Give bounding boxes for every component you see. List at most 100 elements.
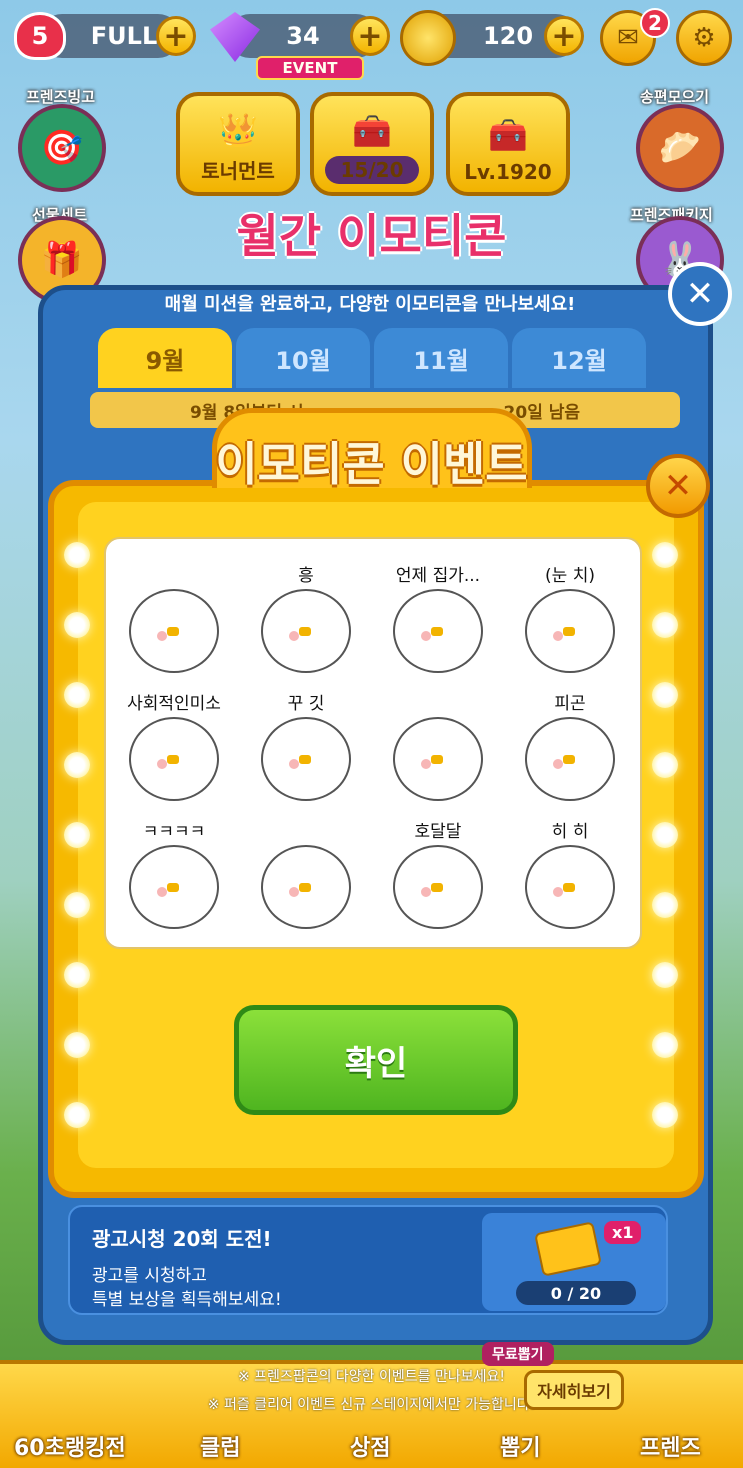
nav-60sec-ranking[interactable]: 60초랭킹전 [14, 1430, 126, 1462]
mail-badge: 2 [640, 8, 670, 38]
tab-december[interactable]: 12월 [512, 328, 646, 388]
panel-close-button[interactable]: ✕ [668, 262, 732, 326]
emoticon-caption: 꾸 깃 [287, 694, 325, 714]
emoticon-item: 호달달 [374, 817, 502, 947]
lives-status: FULL [90, 22, 158, 50]
chick-emoticon-icon [393, 589, 483, 673]
emoticon-caption: 호달달 [414, 822, 462, 842]
detail-button[interactable]: 자세히보기 [524, 1370, 624, 1410]
emoticon-caption: 언제 집가... [395, 566, 481, 586]
emoticon-caption: 피곤 [554, 694, 586, 714]
close-icon: ✕ [685, 274, 715, 314]
coin-icon [400, 10, 456, 66]
tab-october[interactable]: 10월 [236, 328, 370, 388]
reward-count: x1 [604, 1221, 642, 1244]
gems-count: 34 [286, 22, 320, 50]
ad-reward-card: x1 0 / 20 [482, 1213, 666, 1311]
chest-button[interactable]: 🧰 15/20 [310, 92, 434, 196]
close-icon: ✕ [663, 466, 693, 506]
chick-emoticon-icon [393, 845, 483, 929]
nav-draw[interactable]: 뽑기 [500, 1430, 540, 1462]
add-gems-button[interactable]: + [350, 16, 390, 56]
bulb-light [64, 892, 90, 918]
add-lives-button[interactable]: + [156, 16, 196, 56]
event-tag: EVENT [256, 56, 364, 80]
tournament-button[interactable]: 👑 토너먼트 [176, 92, 300, 196]
notice-2: ※ 퍼즐 클리어 이벤트 신규 스테이지에서만 가능합니다! [207, 1397, 536, 1413]
coins-count: 120 [482, 22, 534, 50]
songpyeon-icon: 🥟 [658, 128, 702, 168]
nav-friends[interactable]: 프렌즈 [640, 1430, 701, 1462]
bulb-light [652, 752, 678, 778]
chick-emoticon-icon [129, 845, 219, 929]
chick-emoticon-icon [261, 717, 351, 801]
emoticon-item: 꾸 깃 [242, 689, 370, 819]
ad-desc-2: 특별 보상을 획득해보세요! [92, 1290, 282, 1310]
songpyeon-button[interactable]: 🥟 [636, 104, 724, 192]
chick-emoticon-icon [261, 589, 351, 673]
nav-shop[interactable]: 상점 [350, 1430, 390, 1462]
ad-desc-1: 광고를 시청하고 [92, 1266, 207, 1286]
ad-progress: 0 / 20 [516, 1281, 636, 1305]
tab-september[interactable]: 9월 [98, 328, 232, 388]
chest-icon: 🧰 [352, 112, 392, 150]
tab-november[interactable]: 11월 [374, 328, 508, 388]
modal-close-button[interactable]: ✕ [646, 454, 710, 518]
bulb-light [64, 1032, 90, 1058]
confirm-button[interactable]: 확인 [234, 1005, 518, 1115]
bulb-light [64, 542, 90, 568]
notice-1: ※ 프렌즈팝콘의 다양한 이벤트를 만나보세요! [238, 1369, 505, 1385]
settings-button[interactable]: ⚙ [676, 10, 732, 66]
chick-emoticon-icon [525, 845, 615, 929]
heart-icon: 5 [14, 12, 66, 60]
bulb-light [652, 612, 678, 638]
bulb-light [652, 1102, 678, 1128]
chick-emoticon-icon [525, 717, 615, 801]
bulb-light [652, 1032, 678, 1058]
chick-emoticon-icon [129, 589, 219, 673]
emoticon-item: 언제 집가... [374, 561, 502, 691]
top-bar: FULL 5 + 34 + EVENT 120 + ✉ 2 ⚙ [0, 0, 743, 80]
emoticon-item: ㅋㅋㅋㅋ [110, 817, 238, 947]
emoticon-caption: (눈 치) [545, 566, 595, 586]
bulb-light [652, 682, 678, 708]
treasure-icon: 🧰 [488, 116, 528, 154]
bulb-light [64, 962, 90, 988]
emoticon-grid: 흥 언제 집가... (눈 치) 사회적인미소 꾸 깃 피곤 ㅋㅋㅋㅋ 호달달 … [104, 537, 642, 949]
crown-icon: 👑 [218, 111, 258, 149]
add-coins-button[interactable]: + [544, 16, 584, 56]
emoticon-item [110, 561, 238, 691]
bulb-light [652, 962, 678, 988]
emoticon-caption: 사회적인미소 [127, 694, 221, 714]
emoticon-item: 흥 [242, 561, 370, 691]
bulb-light [64, 752, 90, 778]
ad-challenge-box: 광고시청 20회 도전! 광고를 시청하고 특별 보상을 획득해보세요! x1 … [68, 1205, 668, 1315]
nav-club[interactable]: 클럽 [200, 1430, 240, 1462]
ticket-icon [534, 1221, 602, 1277]
emoticon-item: 피곤 [506, 689, 634, 819]
bingo-icon: 🎯 [40, 128, 84, 168]
emoticon-caption: ㅋㅋㅋㅋ [142, 822, 206, 842]
bulb-light [64, 1102, 90, 1128]
ad-title: 광고시청 20회 도전! [92, 1227, 272, 1251]
emoticon-item [242, 817, 370, 947]
monthly-title: 월간 이모티콘 [236, 209, 507, 263]
bulb-light [64, 612, 90, 638]
chest-progress: 15/20 [324, 156, 420, 184]
chick-emoticon-icon [261, 845, 351, 929]
emoticon-item: (눈 치) [506, 561, 634, 691]
free-draw-tag: 무료뽑기 [482, 1342, 554, 1366]
chick-emoticon-icon [393, 717, 483, 801]
monthly-subtitle: 매월 미션을 완료하고, 다양한 이모티콘을 만나보세요! [164, 294, 576, 315]
chick-emoticon-icon [525, 589, 615, 673]
gear-icon: ⚙ [692, 23, 716, 53]
emoticon-item [374, 689, 502, 819]
bingo-button[interactable]: 🎯 [18, 104, 106, 192]
bulb-light [652, 822, 678, 848]
level-label: Lv.1920 [464, 160, 552, 184]
emoticon-item: 사회적인미소 [110, 689, 238, 819]
emoticon-item: 히 히 [506, 817, 634, 947]
level-chest-button[interactable]: 🧰 Lv.1920 [446, 92, 570, 196]
emoticon-caption: 흥 [298, 566, 314, 586]
bulb-light [652, 542, 678, 568]
